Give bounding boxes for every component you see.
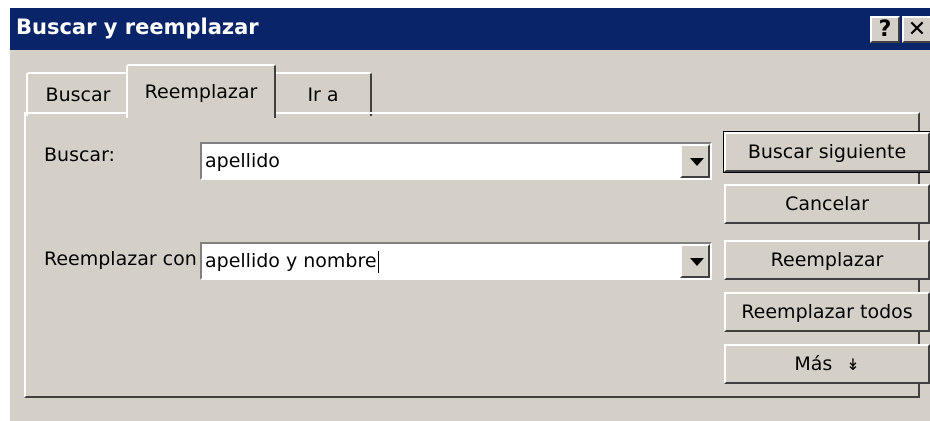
replace-all-button[interactable]: Reemplazar todos	[724, 292, 930, 332]
find-combobox[interactable]: apellido	[200, 142, 712, 180]
tab-reemplazar[interactable]: Reemplazar	[126, 64, 276, 118]
tab-panel-reemplazar: Buscar: apellido Reemplazar con apellido…	[24, 112, 930, 398]
find-label: Buscar:	[44, 144, 115, 166]
help-button[interactable]: ?	[870, 16, 900, 43]
find-input[interactable]: apellido	[205, 150, 280, 172]
window-title: Buscar y reemplazar	[16, 15, 259, 39]
tab-buscar-label: Buscar	[45, 84, 111, 106]
replace-button[interactable]: Reemplazar	[724, 240, 930, 280]
find-replace-dialog: Buscar y reemplazar ? ✕ Buscar Reemplaza…	[8, 6, 930, 421]
more-button[interactable]: Más ↡	[724, 344, 930, 384]
close-icon: ✕	[907, 16, 927, 42]
close-button[interactable]: ✕	[902, 16, 930, 43]
title-bar[interactable]: Buscar y reemplazar ? ✕	[10, 8, 930, 50]
cancel-button[interactable]: Cancelar	[724, 184, 930, 224]
tab-ir-a[interactable]: Ir a	[274, 72, 372, 116]
find-dropdown-button[interactable]	[680, 144, 710, 178]
replace-combobox[interactable]: apellido y nombre	[200, 242, 712, 280]
more-label: Más	[794, 353, 833, 375]
replace-dropdown-button[interactable]	[680, 244, 710, 278]
tab-buscar[interactable]: Buscar	[26, 72, 130, 116]
replace-label: Reemplazar con	[44, 248, 197, 270]
find-next-button[interactable]: Buscar siguiente	[723, 131, 930, 173]
text-caret	[377, 250, 379, 273]
help-icon: ?	[878, 16, 892, 42]
replace-input[interactable]: apellido y nombre	[205, 250, 379, 273]
tab-reemplazar-label: Reemplazar	[144, 81, 258, 103]
tab-ir-a-label: Ir a	[307, 84, 339, 106]
expand-down-icon: ↡	[846, 354, 860, 374]
